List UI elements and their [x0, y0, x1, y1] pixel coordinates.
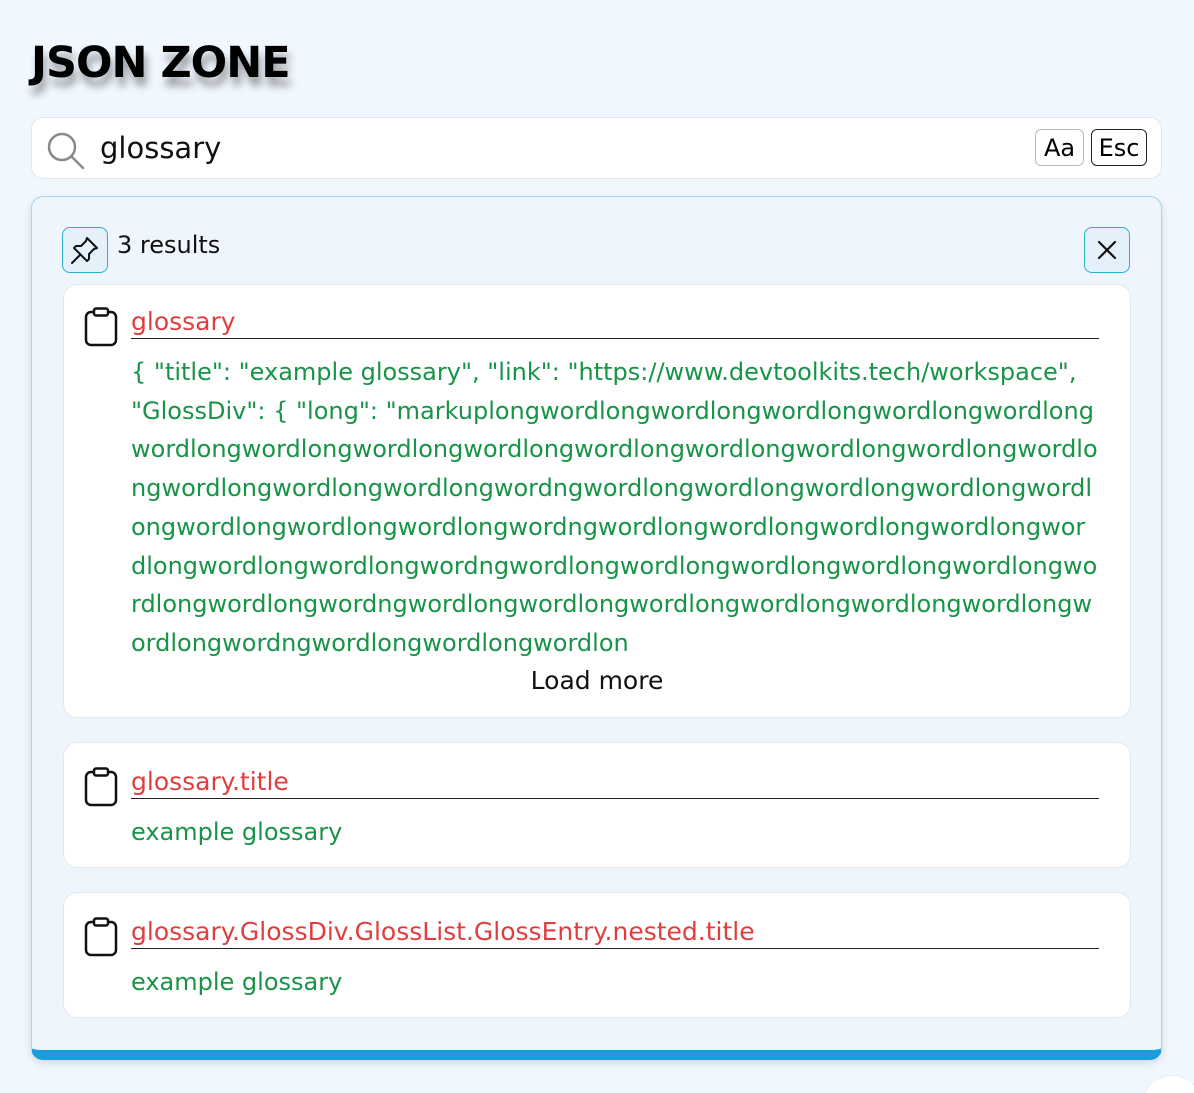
escape-button[interactable]: Esc	[1091, 129, 1147, 166]
app-title: JSON ZONE	[31, 38, 291, 88]
results-count: 3 results	[117, 231, 221, 259]
match-case-button[interactable]: Aa	[1035, 129, 1084, 166]
clipboard-icon[interactable]	[84, 307, 118, 347]
result-path: glossary.title	[131, 767, 1099, 799]
close-icon	[1097, 240, 1117, 260]
result-value: example glossary	[131, 818, 343, 846]
json-zone-page: JSON ZONE Aa Esc 3 results	[0, 0, 1194, 1093]
search-icon	[47, 132, 85, 170]
clipboard-icon[interactable]	[84, 917, 118, 957]
result-item: glossary.GlossDiv.GlossList.GlossEntry.n…	[63, 892, 1131, 1018]
result-item: glossary { "title": "example glossary", …	[63, 284, 1131, 718]
result-path: glossary.GlossDiv.GlossList.GlossEntry.n…	[131, 917, 1099, 949]
result-value: example glossary	[131, 968, 343, 996]
pin-button[interactable]	[62, 227, 108, 273]
pin-icon	[71, 237, 98, 264]
help-button[interactable]	[1141, 1075, 1194, 1093]
search-input[interactable]	[100, 126, 1020, 170]
load-more-button[interactable]: Load more	[64, 666, 1130, 695]
result-value: { "title": "example glossary", "link": "…	[131, 358, 1098, 657]
clipboard-icon[interactable]	[84, 767, 118, 807]
search-bar: Aa Esc	[31, 117, 1162, 179]
result-path: glossary	[131, 307, 1099, 339]
close-results-button[interactable]	[1084, 227, 1130, 273]
results-panel: 3 results glossary { "title": "example g…	[31, 196, 1162, 1060]
result-item: glossary.title example glossary	[63, 742, 1131, 868]
